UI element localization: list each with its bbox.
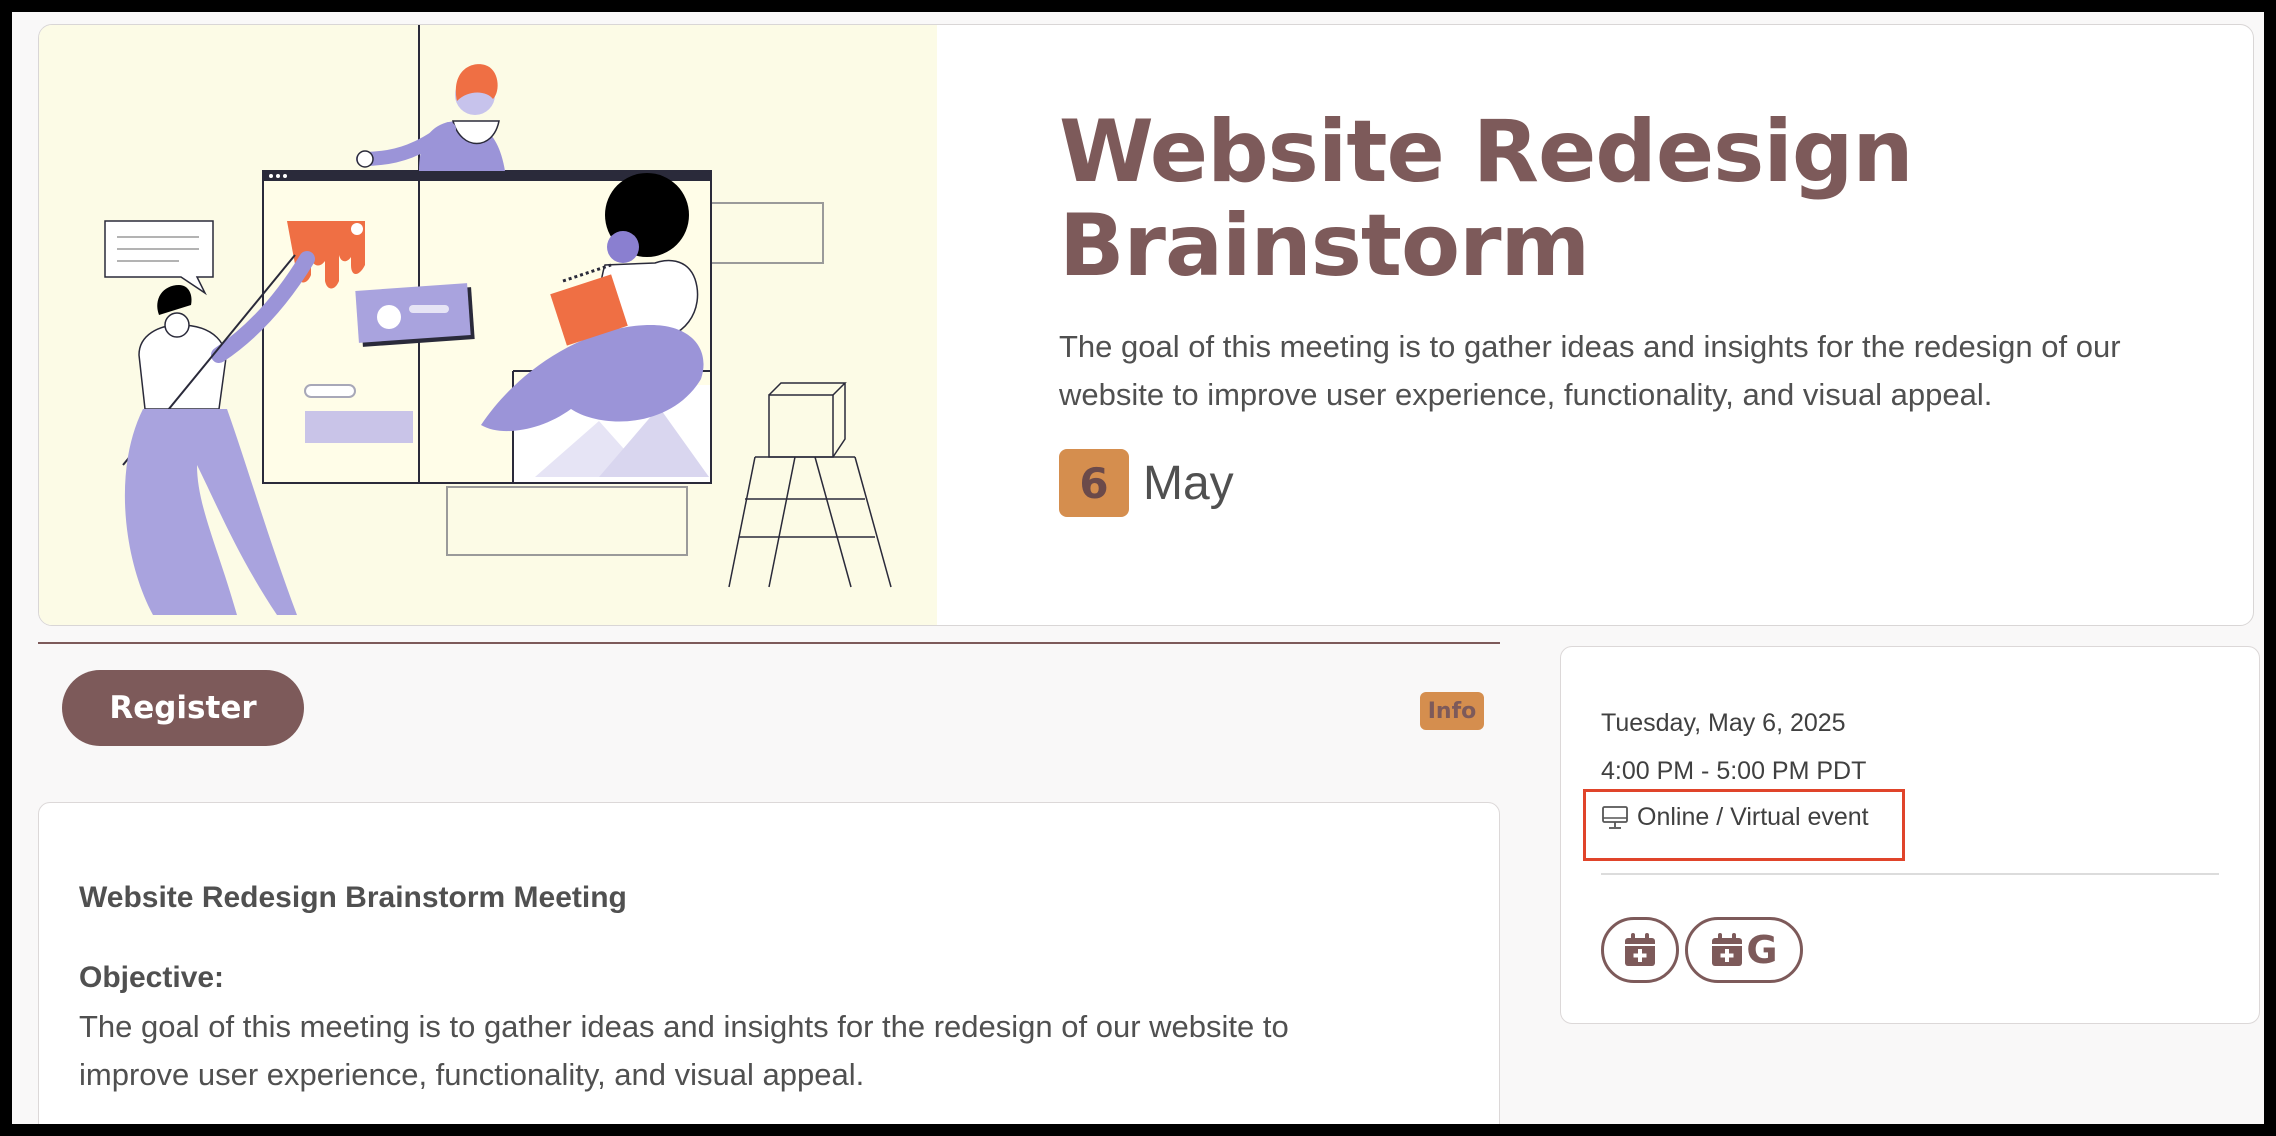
event-time: 4:00 PM - 5:00 PM PDT — [1601, 757, 1867, 785]
event-date: 6 May — [1059, 449, 2219, 517]
team-brainstorm-illustration — [104, 25, 892, 615]
calendar-plus-icon — [1625, 933, 1655, 966]
event-full-date: Tuesday, May 6, 2025 — [1601, 709, 1846, 737]
day-badge: 6 — [1059, 449, 1129, 517]
info-badge: Info — [1420, 692, 1484, 730]
details-heading: Website Redesign Brainstorm Meeting — [79, 881, 627, 914]
event-details-card: Website Redesign Brainstorm Meeting Obje… — [38, 802, 1500, 1124]
add-to-google-calendar-button[interactable]: G — [1685, 917, 1803, 983]
event-month: May — [1143, 456, 1234, 510]
register-button[interactable]: Register — [62, 670, 304, 746]
objective-text: The goal of this meeting is to gather id… — [79, 1009, 1289, 1092]
hero-text: Website Redesign Brainstorm The goal of … — [1059, 105, 2219, 517]
event-title: Website Redesign Brainstorm — [1059, 102, 1914, 296]
event-info-card: Tuesday, May 6, 2025 4:00 PM - 5:00 PM P… — [1560, 646, 2260, 1024]
event-description: The goal of this meeting is to gather id… — [1059, 329, 2121, 412]
add-to-calendar-button[interactable] — [1601, 917, 1679, 983]
objective-label: Objective: — [79, 961, 225, 994]
event-hero: Website Redesign Brainstorm The goal of … — [38, 24, 2254, 626]
hero-illustration — [39, 25, 937, 625]
google-icon: G — [1746, 928, 1778, 972]
sidebar-divider — [1601, 873, 2219, 875]
page-frame: Website Redesign Brainstorm The goal of … — [12, 12, 2264, 1124]
location-highlight — [1583, 789, 1905, 861]
section-divider — [38, 642, 1500, 644]
calendar-plus-icon — [1712, 933, 1743, 966]
